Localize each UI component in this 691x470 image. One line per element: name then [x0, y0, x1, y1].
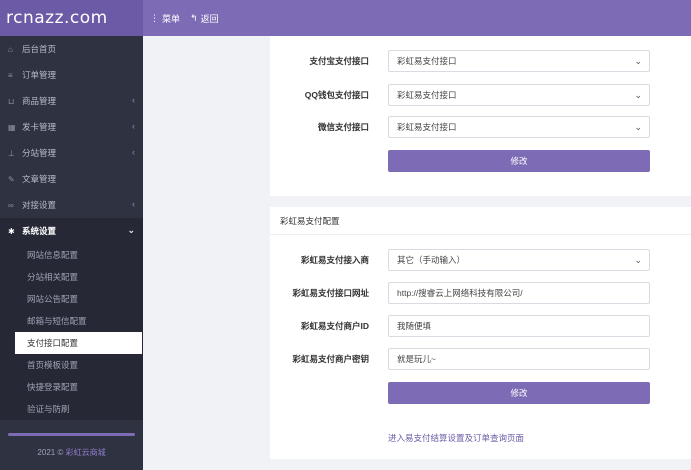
merchant-key-label: 彩虹易支付商户密钥: [292, 354, 369, 364]
footer-copyright: 2021 ©: [37, 448, 64, 457]
chevron-down-icon: ⌄: [634, 122, 642, 132]
provider-select-value: 其它（手动输入）: [397, 255, 466, 265]
qqpay-row: QQ钱包支付接口 彩虹易支付接口 ⌄: [270, 84, 691, 106]
grid-icon: ▦: [8, 122, 16, 132]
alipay-select[interactable]: 彩虹易支付接口 ⌄: [388, 50, 650, 72]
sidebar-item-grid[interactable]: ▦ 发卡管理 ‹: [0, 114, 143, 140]
back-button[interactable]: ↰ 返回: [190, 12, 219, 25]
gear-icon: ✱: [8, 226, 15, 236]
subnav-item[interactable]: 首页模板设置: [15, 354, 142, 376]
alipay-select-value: 彩虹易支付接口: [397, 56, 457, 66]
top-bar: rcnazz.com ⋮ 菜单 ↰ 返回: [0, 0, 691, 36]
cart-icon: ⊔: [8, 96, 15, 106]
sidebar-nav: ⌂ 后台首页 ≡ 订单管理 ⊔ 商品管理 ‹ ▦ 发卡管理 ‹ ⊥ 分站管理 ‹ ✎ 文章管理 ∞ 对接设置 ‹: [0, 36, 143, 218]
sidebar-footer: 2021 © 彩虹云商城: [0, 436, 143, 470]
sidebar-item-sitemap[interactable]: ⊥ 分站管理 ‹: [0, 140, 143, 166]
chevron-left-icon: ‹: [132, 199, 135, 209]
chevron-left-icon: ‹: [132, 95, 135, 105]
subnav-item[interactable]: 网站公告配置: [15, 288, 142, 310]
sidebar-item-system-settings[interactable]: ✱ 系统设置 ⌄: [0, 218, 143, 244]
subnav-item[interactable]: 网站信息配置: [15, 244, 142, 266]
merchant-key-row: 彩虹易支付商户密钥 就是玩儿~: [270, 348, 691, 370]
qqpay-select[interactable]: 彩虹易支付接口 ⌄: [388, 84, 650, 106]
menu-toggle-button[interactable]: ⋮ 菜单: [150, 12, 180, 25]
chevron-left-icon: ‹: [132, 147, 135, 157]
sidebar-item-home[interactable]: ⌂ 后台首页: [0, 36, 143, 62]
back-button-label: 返回: [200, 13, 219, 24]
menu-icon: ⋮: [150, 12, 159, 23]
chevron-down-icon: ⌄: [634, 90, 642, 100]
menu-toggle-label: 菜单: [162, 13, 181, 24]
wxpay-select-value: 彩虹易支付接口: [397, 122, 457, 132]
top-nav: ⋮ 菜单 ↰ 返回: [150, 0, 219, 36]
payment-interface-panel: 支付宝支付接口 彩虹易支付接口 ⌄ QQ钱包支付接口 彩虹易支付接口 ⌄ 微信支…: [270, 36, 691, 196]
api-url-label: 彩虹易支付接口网址: [292, 288, 369, 298]
chevron-left-icon: ‹: [132, 121, 135, 131]
sidebar-item-label: 对接设置: [22, 200, 57, 210]
footer-link[interactable]: 彩虹云商城: [66, 448, 106, 457]
sidebar-item-label: 分站管理: [22, 148, 57, 158]
sidebar-item-link[interactable]: ∞ 对接设置 ‹: [0, 192, 143, 218]
alipay-label: 支付宝支付接口: [309, 56, 369, 66]
sidebar-item-label: 发卡管理: [22, 122, 57, 132]
epay-settlement-link[interactable]: 进入易支付结算设置及订单查询页面: [388, 432, 524, 444]
epay-config-panel: 彩虹易支付配置 彩虹易支付接入商 其它（手动输入） ⌄ 彩虹易支付接口网址 ht…: [270, 207, 691, 459]
app-root: rcnazz.com ⋮ 菜单 ↰ 返回 ⌂ 后台首页 ≡ 订单管理 ⊔ 商品管理 ‹ ▦ 发卡…: [0, 0, 691, 470]
brand-logo[interactable]: rcnazz.com: [0, 0, 143, 36]
list-icon: ≡: [8, 70, 13, 80]
sidebar-item-label: 系统设置: [22, 226, 57, 236]
qqpay-select-value: 彩虹易支付接口: [397, 90, 457, 100]
merchant-id-label: 彩虹易支付商户ID: [300, 321, 369, 331]
sidebar-item-cart[interactable]: ⊔ 商品管理 ‹: [0, 88, 143, 114]
sidebar-item-label: 订单管理: [22, 70, 57, 80]
sidebar-item-label: 后台首页: [22, 44, 57, 54]
sidebar: ⌂ 后台首页 ≡ 订单管理 ⊔ 商品管理 ‹ ▦ 发卡管理 ‹ ⊥ 分站管理 ‹ ✎ 文章管理 ∞ 对接设置 ‹ …: [0, 36, 143, 470]
provider-row: 彩虹易支付接入商 其它（手动输入） ⌄: [270, 249, 691, 271]
wxpay-select[interactable]: 彩虹易支付接口 ⌄: [388, 116, 650, 138]
home-icon: ⌂: [8, 44, 13, 54]
wxpay-label: 微信支付接口: [317, 122, 369, 132]
sidebar-item-list[interactable]: ≡ 订单管理: [0, 62, 143, 88]
chevron-down-icon: ⌄: [634, 56, 642, 66]
provider-label: 彩虹易支付接入商: [300, 255, 369, 265]
back-arrow-icon: ↰: [190, 12, 198, 23]
save-payment-button[interactable]: 修改: [388, 150, 650, 172]
subnav-item[interactable]: 邮箱与短信配置: [15, 310, 142, 332]
subnav-item[interactable]: 支付接口配置: [15, 332, 142, 354]
merchant-key-input[interactable]: 就是玩儿~: [388, 348, 650, 370]
chevron-down-icon: ⌄: [127, 225, 135, 235]
subnav-item[interactable]: 分站相关配置: [15, 266, 142, 288]
alipay-row: 支付宝支付接口 彩虹易支付接口 ⌄: [270, 50, 691, 72]
sidebar-item-label: 文章管理: [22, 174, 57, 184]
provider-select[interactable]: 其它（手动输入） ⌄: [388, 249, 650, 271]
qqpay-label: QQ钱包支付接口: [304, 90, 369, 100]
link-icon: ∞: [8, 200, 14, 210]
save-epay-button[interactable]: 修改: [388, 382, 650, 404]
sidebar-item-label: 商品管理: [22, 96, 57, 106]
sitemap-icon: ⊥: [8, 148, 15, 158]
merchant-id-input[interactable]: 我随便填: [388, 315, 650, 337]
subnav-item[interactable]: 快捷登录配置: [15, 376, 142, 398]
api-url-row: 彩虹易支付接口网址 http://搜睿云上网络科技有限公司/: [270, 282, 691, 304]
merchant-id-row: 彩虹易支付商户ID 我随便填: [270, 315, 691, 337]
chevron-down-icon: ⌄: [634, 255, 642, 265]
panel-title: 彩虹易支付配置: [270, 207, 691, 235]
api-url-input[interactable]: http://搜睿云上网络科技有限公司/: [388, 282, 650, 304]
edit-icon: ✎: [8, 174, 15, 184]
subnav-item[interactable]: 验证与防刷: [15, 398, 142, 420]
sidebar-item-edit[interactable]: ✎ 文章管理: [0, 166, 143, 192]
sidebar-subnav: 网站信息配置 分站相关配置 网站公告配置 邮箱与短信配置 支付接口配置 首页模板设置 快捷登…: [0, 244, 143, 420]
wxpay-row: 微信支付接口 彩虹易支付接口 ⌄: [270, 116, 691, 138]
